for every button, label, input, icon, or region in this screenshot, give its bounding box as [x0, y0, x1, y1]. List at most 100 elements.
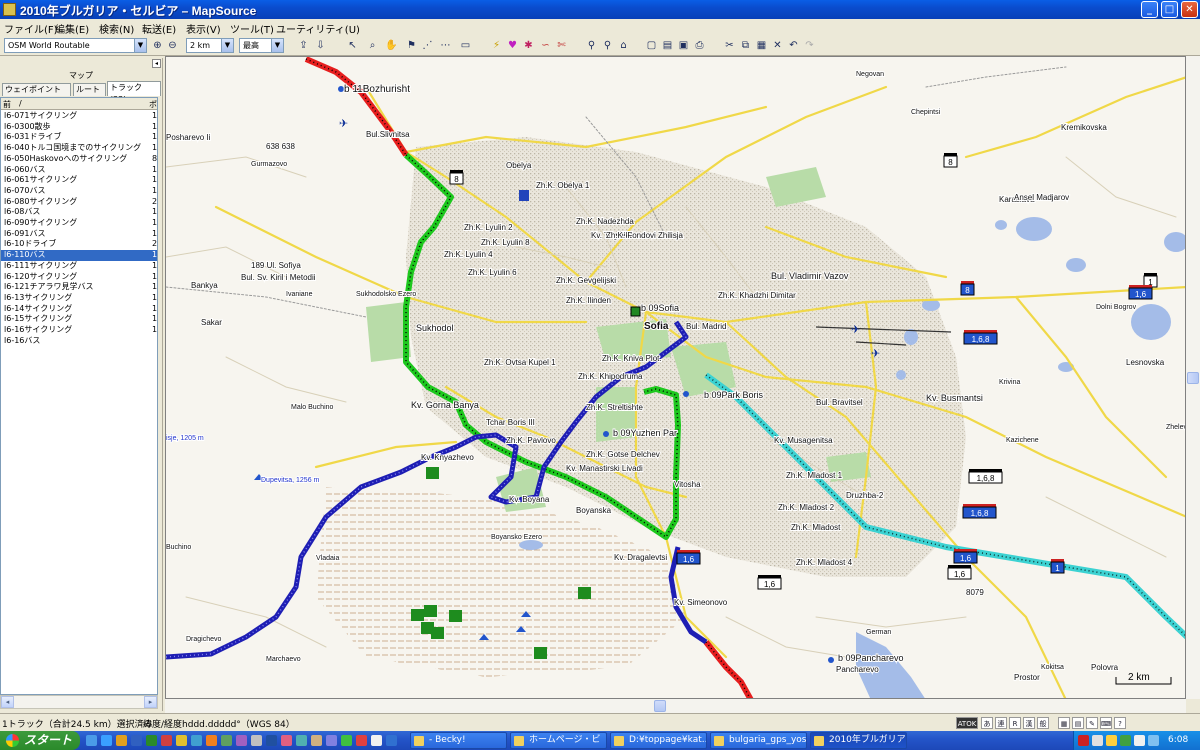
task-explorer[interactable]: D:¥toppage¥kat... [610, 732, 707, 749]
safely-remove-icon[interactable] [1120, 735, 1131, 746]
hand-icon[interactable]: ✋ [385, 39, 398, 52]
spark-icon[interactable]: ✱ [522, 39, 535, 52]
ime-general[interactable]: 般 [1037, 717, 1049, 729]
app-icon[interactable] [371, 735, 382, 746]
track-list-item[interactable]: l6-10ドライブ 2 [1, 239, 157, 250]
tab-waypoints[interactable]: ウェイポイント(49) [2, 83, 71, 106]
detail-select[interactable]: 最高 ▼ [239, 38, 284, 53]
track-icon[interactable]: ⋯ [439, 39, 452, 52]
map-horizontal-scroll-thumb[interactable] [654, 700, 666, 712]
zoom-out-icon[interactable]: ⊖ [166, 39, 179, 52]
ime-tool-icon[interactable]: ✎ [1086, 717, 1098, 729]
copy-icon[interactable]: ⧉ [739, 39, 752, 52]
zoom-scale-select[interactable]: 2 km ▼ [186, 38, 234, 53]
track-list-item[interactable]: l6-060バス 1 [1, 165, 157, 176]
ime-conversion[interactable]: 連 [995, 717, 1007, 729]
select-icon[interactable]: ↖ [346, 39, 359, 52]
track-list-item[interactable]: l6-08バス 1 [1, 207, 157, 218]
track-list-item[interactable]: l6-15サイクリング 1 [1, 314, 157, 325]
app-icon[interactable] [176, 735, 187, 746]
new-icon[interactable]: ▢ [645, 39, 658, 52]
menu-edit[interactable]: 編集(E) [55, 21, 89, 36]
antivirus-icon[interactable] [1078, 735, 1089, 746]
track-list-item[interactable]: l6-061サイクリング 1 [1, 175, 157, 186]
column-header-points[interactable]: ポ [149, 99, 157, 110]
ime-tool-icon[interactable]: ▦ [1058, 717, 1070, 729]
cut-icon[interactable]: ✂ [723, 39, 736, 52]
panel-pin-button[interactable]: ◂ [152, 59, 161, 68]
route-icon[interactable]: ⋰ [421, 39, 434, 52]
tab-tracks[interactable]: トラック(22) [107, 81, 161, 104]
firefox-icon[interactable] [206, 735, 217, 746]
zoom-tool-icon[interactable]: ⌕ [366, 39, 379, 52]
app-icon[interactable] [326, 735, 337, 746]
network-icon[interactable] [1092, 735, 1103, 746]
save-icon[interactable]: ▣ [677, 39, 690, 52]
minimize-button[interactable]: _ [1141, 1, 1158, 18]
clock[interactable]: 6:08 [1168, 735, 1188, 745]
volume-icon[interactable] [1134, 735, 1145, 746]
app-icon[interactable] [161, 735, 172, 746]
track-list-item[interactable]: l6-121チアラワ見学バス 1 [1, 282, 157, 293]
curve-icon[interactable]: ∽ [539, 39, 552, 52]
find-places-icon[interactable]: ⚲ [601, 39, 614, 52]
heart-icon[interactable]: ♥ [506, 39, 519, 52]
scroll-right-icon[interactable]: ▸ [144, 696, 157, 708]
scissor-track-icon[interactable]: ✄ [555, 39, 568, 52]
app-icon[interactable] [191, 735, 202, 746]
map-canvas[interactable]: ✈ ✈ ✈ b 11Bozhurisht Negovan Chepintsi Krem… [166, 57, 1186, 699]
track-list-item[interactable]: l6-080サイクリング 2 [1, 197, 157, 208]
excel-icon[interactable] [146, 735, 157, 746]
app-icon[interactable] [311, 735, 322, 746]
open-icon[interactable]: ▤ [661, 39, 674, 52]
track-list-item[interactable]: l6-050Haskovoへのサイクリング 8 [1, 154, 157, 165]
ime-tool-icon[interactable]: ? [1114, 717, 1126, 729]
chevron-down-icon[interactable]: ▼ [271, 39, 283, 52]
track-list-item[interactable]: l6-14サイクリング 1 [1, 304, 157, 315]
tab-routes[interactable]: ルート [73, 83, 106, 96]
ime-tool-icon[interactable]: ▤ [1072, 717, 1084, 729]
map-view[interactable]: ✈ ✈ ✈ b 11Bozhurisht Negovan Chepintsi Krem… [165, 56, 1186, 699]
title-bar[interactable]: 2010年ブルガリア・セルビア – MapSource _ □ ✕ [0, 0, 1200, 19]
ime-mode[interactable]: ATOK [956, 717, 978, 729]
menu-find[interactable]: 検索(N) [99, 21, 134, 36]
receive-icon[interactable]: ⇩ [314, 39, 327, 52]
send-icon[interactable]: ⇪ [297, 39, 310, 52]
track-list-item[interactable]: l6-111サイクリング 1 [1, 261, 157, 272]
app-icon[interactable] [386, 735, 397, 746]
show-desktop-icon[interactable] [86, 735, 97, 746]
map-product-select[interactable]: OSM World Routable ▼ [4, 38, 147, 53]
track-list-item[interactable]: l6-071サイクリング 1 [1, 111, 157, 122]
app-icon[interactable] [341, 735, 352, 746]
ie-icon[interactable] [101, 735, 112, 746]
maximize-button[interactable]: □ [1161, 1, 1178, 18]
app-icon[interactable] [236, 735, 247, 746]
track-list-item[interactable]: l6-16バス [1, 336, 157, 347]
caps-icon[interactable] [1106, 735, 1117, 746]
app-icon[interactable] [281, 735, 292, 746]
delete-icon[interactable]: ✕ [771, 39, 784, 52]
app-icon[interactable] [221, 735, 232, 746]
app-icon[interactable] [266, 735, 277, 746]
folder-icon[interactable] [116, 735, 127, 746]
ime-hiragana[interactable]: あ [981, 717, 993, 729]
track-list-item[interactable]: l6-16サイクリング 1 [1, 325, 157, 336]
start-button[interactable]: スタート [0, 731, 80, 750]
task-becky[interactable]: - Becky! [410, 732, 507, 749]
menu-transfer[interactable]: 転送(E) [142, 21, 176, 36]
ime-kanji[interactable]: 漢 [1023, 717, 1035, 729]
distance-icon[interactable]: ▭ [459, 39, 472, 52]
find-address-icon[interactable]: ⌂ [617, 39, 630, 52]
track-list-item[interactable]: l6-0300散歩 1 [1, 122, 157, 133]
column-header-name[interactable]: 前 [3, 99, 11, 110]
app-icon[interactable] [296, 735, 307, 746]
ime-romaji[interactable]: R [1009, 717, 1021, 729]
zoom-in-icon[interactable]: ⊕ [151, 39, 164, 52]
menu-utilities[interactable]: ユーティリティ(U) [276, 21, 360, 36]
word-icon[interactable] [131, 735, 142, 746]
track-list-item[interactable]: l6-090サイクリング 1 [1, 218, 157, 229]
chevron-down-icon[interactable]: ▼ [221, 39, 233, 52]
track-list[interactable]: 前 / ポ l6-071サイクリング 1 l6-0300散歩 1 l6-031ドライブ 1… [0, 97, 158, 695]
app-icon[interactable] [356, 735, 367, 746]
track-list-item[interactable]: l6-040トルコ国境までのサイクリング 1 [1, 143, 157, 154]
